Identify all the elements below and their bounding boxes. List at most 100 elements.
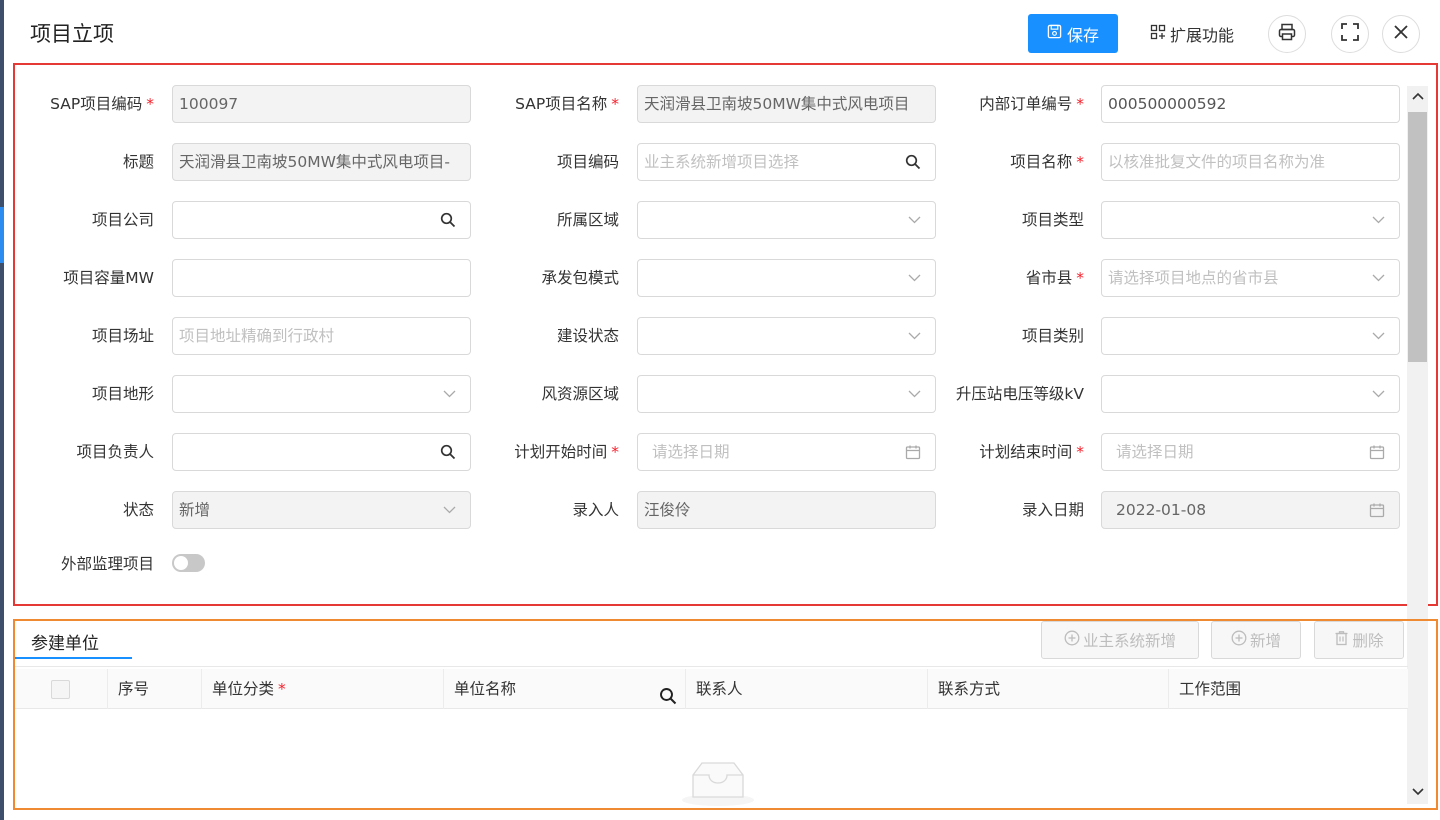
input-field[interactable]: 项目地址精确到行政村 — [172, 317, 471, 355]
chevron-down-icon — [1372, 318, 1385, 354]
date-field[interactable]: 请选择日期 — [637, 433, 936, 471]
field-value: 汪俊伶 — [644, 501, 691, 519]
delete-button[interactable]: 删除 — [1314, 621, 1404, 659]
toggle-knob — [174, 556, 188, 570]
scroll-up-arrow-icon[interactable] — [1407, 86, 1428, 106]
field-label: 计划开始时间 * — [514, 443, 619, 461]
date-field[interactable]: 请选择日期 — [1101, 433, 1400, 471]
chevron-down-icon — [443, 492, 456, 528]
select-all-checkbox[interactable] — [51, 680, 70, 699]
field-value: 天润滑县卫南坡50MW集中式风电项目 — [644, 95, 910, 113]
select-field[interactable] — [1101, 317, 1400, 355]
search-field[interactable] — [172, 201, 471, 239]
field-label: 项目容量MW — [63, 269, 154, 287]
trash-icon — [1334, 630, 1349, 650]
select-field[interactable]: 新增 — [172, 491, 471, 529]
required-asterisk: * — [1076, 443, 1084, 461]
search-icon — [440, 434, 456, 470]
tab-divider — [15, 666, 1408, 667]
active-tab-indicator — [15, 657, 132, 659]
external-supervision-toggle[interactable] — [172, 554, 205, 572]
search-icon — [905, 144, 921, 180]
search-field[interactable] — [172, 433, 471, 471]
print-button[interactable] — [1268, 15, 1306, 53]
extend-functions-label: 扩展功能 — [1170, 25, 1235, 45]
print-icon — [1277, 22, 1297, 46]
column-search-icon[interactable] — [659, 680, 677, 720]
input-field[interactable] — [172, 259, 471, 297]
select-field[interactable] — [1101, 201, 1400, 239]
select-field[interactable] — [637, 375, 936, 413]
participants-table-header: 序号 单位分类 * 单位名称 联系人 联系方式 工作范围 — [15, 669, 1408, 709]
select-field[interactable] — [637, 259, 936, 297]
field-label: SAP项目编码 * — [50, 95, 154, 113]
calendar-icon — [1369, 492, 1385, 528]
chevron-down-icon — [1372, 260, 1385, 296]
field-label: 项目公司 — [91, 211, 154, 229]
field-label: 项目场址 — [91, 327, 154, 345]
fullscreen-button[interactable] — [1331, 15, 1369, 53]
field-label: 项目地形 — [91, 385, 154, 403]
input-field[interactable]: 汪俊伶 — [637, 491, 936, 529]
input-field[interactable]: 000500000592 — [1101, 85, 1400, 123]
column-header: 联系人 — [685, 669, 927, 709]
save-icon — [1047, 24, 1062, 43]
scrollbar-thumb[interactable] — [1408, 112, 1427, 362]
required-asterisk: * — [611, 95, 619, 113]
field-label: 项目名称 * — [1010, 153, 1084, 171]
save-button[interactable]: 保存 — [1028, 14, 1118, 53]
field-value: 100097 — [179, 95, 239, 113]
add-button[interactable]: 新增 — [1211, 621, 1301, 659]
add-label: 新增 — [1249, 632, 1281, 650]
field-label: 项目编码 — [556, 153, 619, 171]
search-field[interactable]: 业主系统新增项目选择 — [637, 143, 936, 181]
select-field[interactable] — [1101, 375, 1400, 413]
field-placeholder: 项目地址精确到行政村 — [179, 327, 335, 345]
extend-icon — [1150, 24, 1166, 44]
select-field[interactable] — [637, 317, 936, 355]
field-label: 录入人 — [572, 501, 619, 519]
participants-section: 参建单位 业主系统新增 新增 删除 序号 单位分类 * 单位名称 联系人 联系方… — [13, 619, 1438, 810]
empty-data-icon — [681, 755, 755, 811]
input-field[interactable]: 以核准批复文件的项目名称为准 — [1101, 143, 1400, 181]
field-value: 000500000592 — [1108, 95, 1227, 113]
dialog-title: 项目立项 — [30, 22, 114, 46]
field-value: 2022-01-08 — [1116, 501, 1207, 519]
required-asterisk: * — [1076, 269, 1084, 287]
field-label: 项目负责人 — [76, 443, 154, 461]
required-asterisk: * — [1076, 95, 1084, 113]
input-field[interactable]: 天润滑县卫南坡50MW集中式风电项目 — [637, 85, 936, 123]
column-header: 单位名称 — [443, 669, 685, 709]
chevron-down-icon — [1372, 202, 1385, 238]
close-button[interactable] — [1382, 15, 1420, 53]
project-setup-dialog: 项目立项 保存 扩展功能 SAP项目编码 * 100097 SAP项目名称 * 天润滑县卫… — [4, 0, 1440, 820]
project-form: SAP项目编码 * 100097 SAP项目名称 * 天润滑县卫南坡50MW集中式风电项目… — [13, 63, 1438, 606]
fullscreen-icon — [1340, 22, 1360, 46]
plus-circle-icon — [1064, 630, 1080, 650]
field-label: 升压站电压等级kV — [955, 385, 1084, 403]
field-placeholder: 请选择项目地点的省市县 — [1108, 269, 1279, 287]
field-label: 外部监理项目 — [60, 555, 154, 573]
field-placeholder: 请选择日期 — [652, 443, 730, 461]
select-field[interactable] — [637, 201, 936, 239]
field-label: 内部订单编号 * — [979, 95, 1084, 113]
tab-participants[interactable]: 参建单位 — [31, 629, 99, 654]
field-label: 承发包模式 — [541, 269, 619, 287]
search-icon — [440, 202, 456, 238]
owner-system-add-label: 业主系统新增 — [1082, 632, 1176, 650]
plus-circle-icon — [1231, 630, 1247, 650]
select-field[interactable]: 请选择项目地点的省市县 — [1101, 259, 1400, 297]
input-field[interactable]: 100097 — [172, 85, 471, 123]
input-field[interactable]: 天润滑县卫南坡50MW集中式风电项目- — [172, 143, 471, 181]
column-header: 单位分类 * — [201, 669, 444, 709]
field-placeholder: 请选择日期 — [1116, 443, 1194, 461]
field-label: 计划结束时间 * — [979, 443, 1084, 461]
select-field[interactable] — [172, 375, 471, 413]
column-header: 序号 — [107, 669, 201, 709]
owner-system-add-button[interactable]: 业主系统新增 — [1041, 621, 1199, 659]
chevron-down-icon — [1372, 376, 1385, 412]
column-header: 工作范围 — [1168, 669, 1408, 709]
date-field[interactable]: 2022-01-08 — [1101, 491, 1400, 529]
field-label: 项目类别 — [1021, 327, 1084, 345]
extend-functions-button[interactable]: 扩展功能 — [1150, 14, 1234, 53]
